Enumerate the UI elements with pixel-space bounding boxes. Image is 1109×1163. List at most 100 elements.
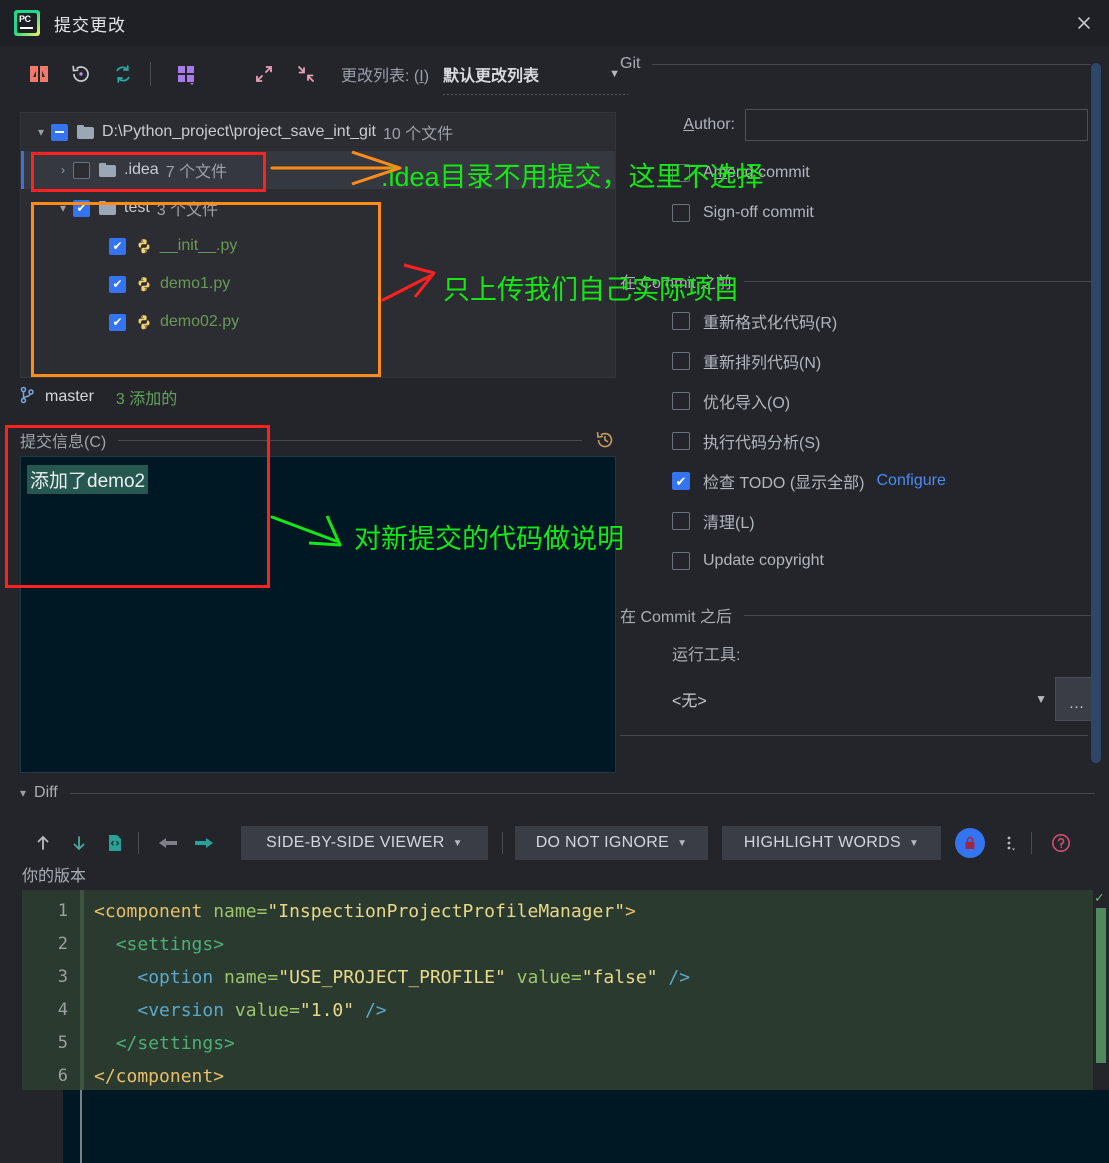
options-scrollbar[interactable] [1091, 63, 1101, 763]
checkbox-box[interactable] [672, 352, 690, 370]
annotation-note-3: 对新提交的代码做说明 [354, 524, 624, 554]
tree-row-project[interactable]: ▾ D:\Python_project\project_save_int_git… [21, 113, 615, 151]
tree-item-count: 10 个文件 [382, 126, 454, 143]
pycharm-logo-icon: PC [14, 10, 40, 36]
checkbox-label: 优化导入(O) [703, 395, 791, 412]
checkbox-box[interactable] [672, 312, 690, 330]
expand-all-icon[interactable] [247, 57, 281, 91]
ignore-mode-label: DO NOT IGNORE [535, 834, 670, 851]
revert-icon[interactable] [64, 57, 98, 91]
changelist-label-text: 更改列表: [341, 67, 410, 85]
section-git: Git [620, 55, 1109, 73]
git-branch-icon [20, 386, 35, 409]
run-tool-row: <无> ▼ … [620, 677, 1109, 721]
run-tool-dropdown[interactable]: <无> ▼ [672, 687, 1055, 711]
code-line: </component> [94, 1066, 225, 1087]
line-number-column: 1 2 3 4 5 6 [22, 890, 80, 1090]
checkbox-check-todo[interactable]: 检查 TODO (显示全部) Configure [620, 461, 1109, 501]
prev-difference-icon[interactable] [28, 828, 58, 858]
checkbox-box[interactable] [672, 552, 690, 570]
collapse-all-icon[interactable] [289, 57, 323, 91]
next-difference-icon[interactable] [64, 828, 94, 858]
accept-left-icon[interactable] [153, 828, 183, 858]
window-title-bar: PC 提交更改 [0, 0, 1109, 46]
code-text[interactable]: <component name="InspectionProjectProfil… [84, 890, 1093, 1090]
highlight-box-idea [31, 152, 266, 192]
configure-link[interactable]: Configure [876, 472, 945, 490]
accept-right-icon[interactable] [189, 828, 219, 858]
ignore-mode-button[interactable]: DO NOT IGNORE ▼ [515, 826, 708, 860]
checkbox-cleanup[interactable]: 清理(L) [620, 501, 1109, 541]
changelist-label: 更改列表: (I) [341, 67, 430, 85]
diff-section-header[interactable]: ▾ Diff [20, 784, 1095, 802]
checkbox-label: 重新格式化代码(R) [703, 315, 838, 332]
line-number: 4 [57, 1000, 68, 1020]
branch-status: 3 添加的 [115, 391, 178, 408]
help-icon[interactable] [1046, 828, 1076, 858]
run-tool-label: 运行工具: [672, 647, 741, 664]
checkbox-box[interactable] [672, 472, 690, 490]
chevron-down-icon[interactable]: ▾ [31, 125, 51, 139]
branch-name: master [45, 388, 94, 405]
section-git-label: Git [620, 55, 641, 72]
diff-icon[interactable] [22, 57, 56, 91]
checkbox-box[interactable] [672, 392, 690, 410]
close-icon[interactable] [1059, 0, 1109, 46]
checkbox-label: 清理(L) [703, 515, 755, 532]
highlight-mode-button[interactable]: HIGHLIGHT WORDS ▼ [722, 826, 941, 860]
chevron-down-icon: ▼ [1035, 692, 1047, 706]
checkbox-label: Sign-off commit [703, 204, 814, 221]
code-gutter [0, 890, 22, 1090]
annotation-note-1: .idea目录不用提交，这里不选择 [381, 162, 764, 192]
section-after-label: 在 Commit 之后 [620, 609, 733, 626]
tree-item-label: D:\Python_project\project_save_int_git [102, 123, 376, 140]
checkbox-partial[interactable] [51, 123, 68, 141]
line-number: 3 [57, 967, 68, 987]
checkbox-analyze-code[interactable]: 执行代码分析(S) [620, 421, 1109, 461]
checkbox-update-copyright[interactable]: Update copyright [620, 541, 1109, 581]
author-label: Author: [683, 116, 735, 133]
checkbox-reformat-code[interactable]: 重新格式化代码(R) [620, 301, 1109, 341]
diff-empty-area [0, 1090, 1109, 1163]
history-icon[interactable] [594, 429, 616, 451]
section-after-commit: 在 Commit 之后 [620, 603, 1109, 627]
annotation-note-2: 只上传我们自己实际项目 [443, 275, 740, 305]
line-number: 6 [57, 1066, 68, 1086]
code-line: <version value="1.0" /> [137, 1000, 387, 1021]
chevron-down-icon: ▼ [452, 837, 463, 849]
highlight-box-commit-message [5, 425, 270, 588]
author-input[interactable] [745, 109, 1088, 141]
checkbox-signoff-commit[interactable]: Sign-off commit [620, 193, 1109, 233]
diff-overview-scrollbar[interactable]: ✓ [1093, 890, 1109, 1090]
lock-icon[interactable] [955, 828, 985, 858]
viewer-mode-button[interactable]: SIDE-BY-SIDE VIEWER ▼ [241, 826, 488, 860]
diff-toolbar: SIDE-BY-SIDE VIEWER ▼ DO NOT IGNORE ▼ HI… [0, 820, 1109, 866]
group-by-icon[interactable] [169, 57, 203, 91]
changelist-mnemonic: I [419, 67, 424, 85]
diff-section-label: Diff [34, 784, 58, 801]
changelist-value: 默认更改列表 [443, 67, 540, 85]
checkbox-box[interactable] [672, 432, 690, 450]
toolbar-divider [150, 61, 151, 86]
code-line: <component name="InspectionProjectProfil… [94, 901, 636, 922]
branch-status-row: master 3 添加的 [20, 382, 177, 412]
checkbox-box[interactable] [672, 512, 690, 530]
line-number: 1 [57, 901, 68, 921]
panel-divider [620, 735, 1088, 736]
checkbox-rearrange-code[interactable]: 重新排列代码(N) [620, 341, 1109, 381]
chevron-down-icon: ▼ [908, 837, 920, 849]
checkbox-label: 检查 TODO (显示全部) [703, 475, 865, 492]
highlight-mode-label: HIGHLIGHT WORDS [743, 834, 901, 851]
line-number: 2 [57, 934, 68, 954]
changelist-dropdown[interactable]: 默认更改列表 ▼ [443, 62, 629, 95]
checkbox-optimize-imports[interactable]: 优化导入(O) [620, 381, 1109, 421]
code-line: </settings> [115, 1033, 235, 1054]
more-vertical-icon[interactable] [995, 828, 1025, 858]
checkbox-box[interactable] [672, 204, 690, 222]
jump-to-source-icon[interactable] [100, 828, 130, 858]
diff-code-viewer[interactable]: 1 2 3 4 5 6 <component name="InspectionP… [0, 890, 1109, 1090]
chevron-down-icon[interactable]: ▾ [20, 786, 26, 800]
window-title: 提交更改 [54, 15, 126, 35]
refresh-icon[interactable] [106, 57, 140, 91]
chevron-down-icon: ▼ [677, 837, 688, 849]
